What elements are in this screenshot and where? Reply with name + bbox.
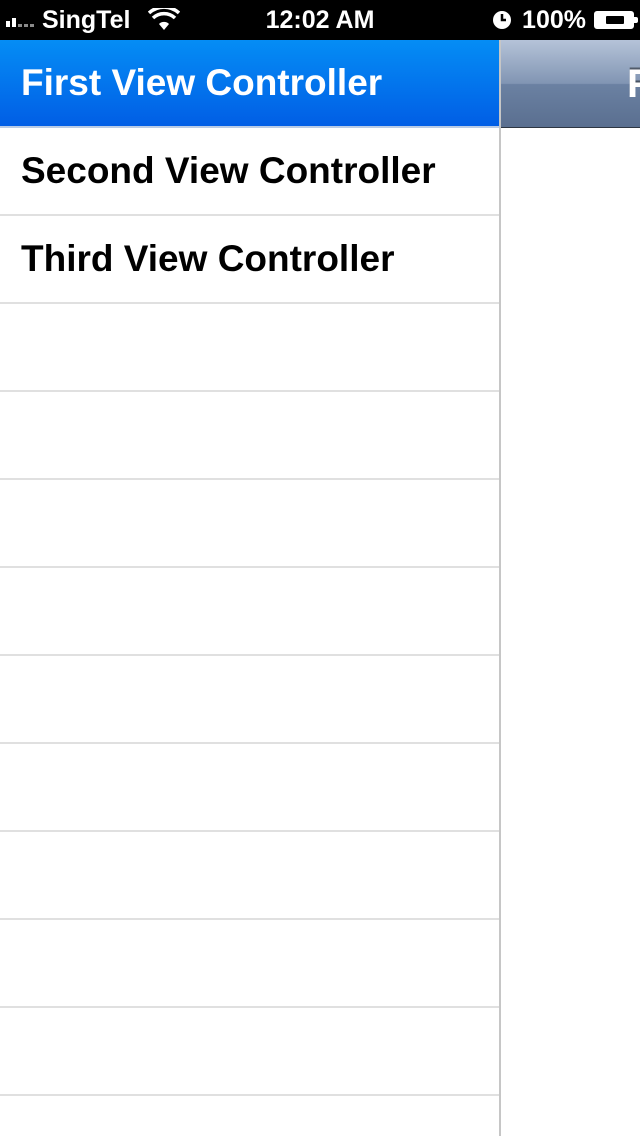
empty-table-row [0,480,499,568]
menu-item[interactable]: Second View Controller [0,128,499,216]
menu-item-label: Second View Controller [21,150,436,191]
empty-table-row [0,1096,499,1136]
status-bar-right: 100% [492,0,638,40]
menu-item[interactable]: Third View Controller [0,216,499,304]
menu-item-label: Third View Controller [21,238,395,279]
empty-table-row [0,304,499,392]
app-screen: SingTel 12:02 AM 100% First View Control… [0,0,640,1136]
menu-item-label: First View Controller [21,62,383,103]
empty-table-row [0,656,499,744]
side-menu: First View Controller Second View Control… [0,40,499,1136]
front-nav-title: F [627,40,640,128]
battery-percent: 100% [522,5,586,34]
empty-table-row [0,920,499,1008]
battery-charging-icon [594,11,638,29]
front-navigation-bar: F [501,40,640,128]
empty-table-row [0,392,499,480]
front-view-panel[interactable]: F [499,40,640,1136]
status-bar: SingTel 12:02 AM 100% [0,0,640,40]
empty-table-row [0,832,499,920]
empty-table-row [0,1008,499,1096]
menu-item[interactable]: First View Controller [0,40,499,128]
empty-table-row [0,568,499,656]
empty-table-row [0,744,499,832]
alarm-icon [493,11,512,29]
